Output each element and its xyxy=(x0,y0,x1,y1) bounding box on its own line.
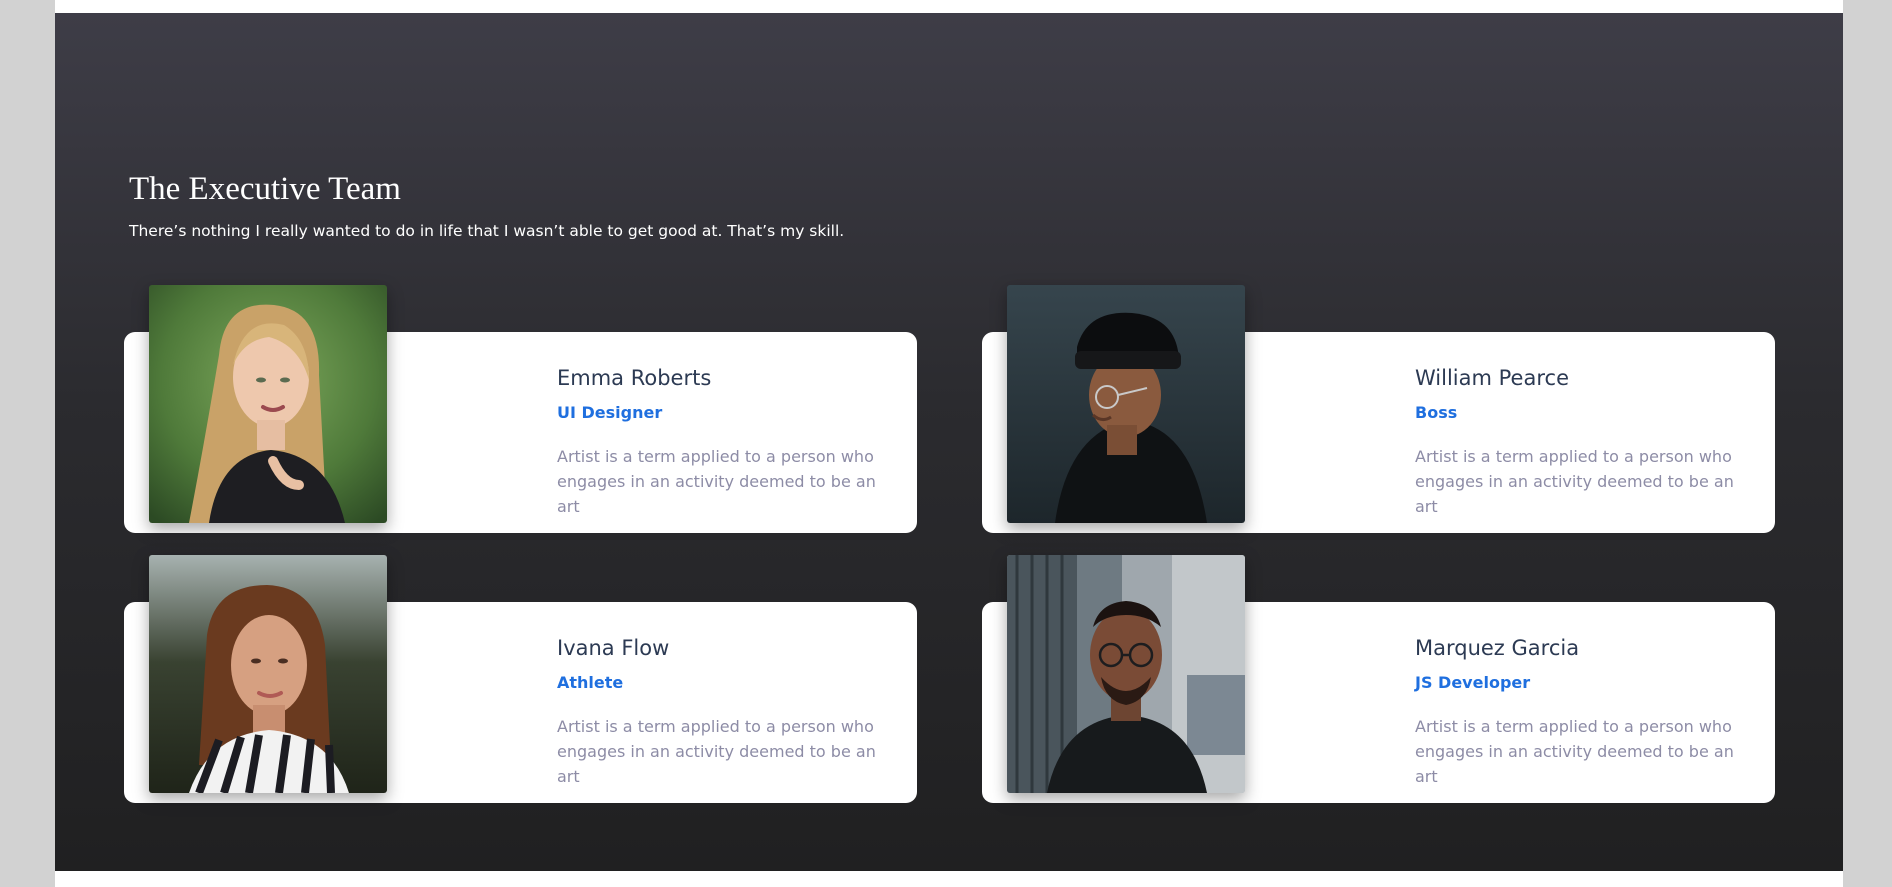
member-photo xyxy=(149,285,387,523)
member-description: Artist is a term applied to a person who… xyxy=(557,447,876,516)
member-name: Emma Roberts xyxy=(557,366,712,390)
member-info: Emma Roberts UI Designer Artist is a ter… xyxy=(557,364,897,519)
page: The Executive Team There’s nothing I rea… xyxy=(55,0,1843,887)
member-info: Ivana Flow Athlete Artist is a term appl… xyxy=(557,634,897,789)
team-member-card: Marquez Garcia JS Developer Artist is a … xyxy=(982,555,1775,803)
member-photo xyxy=(1007,285,1245,523)
member-photo xyxy=(1007,555,1245,793)
team-member-card: Emma Roberts UI Designer Artist is a ter… xyxy=(124,285,917,533)
team-member-card: Ivana Flow Athlete Artist is a term appl… xyxy=(124,555,917,803)
member-role: UI Designer xyxy=(557,403,663,422)
member-description: Artist is a term applied to a person who… xyxy=(557,717,876,786)
member-name: Marquez Garcia xyxy=(1415,636,1580,660)
member-role: Athlete xyxy=(557,673,624,692)
member-description: Artist is a term applied to a person who… xyxy=(1415,447,1734,516)
member-photo xyxy=(149,555,387,793)
member-info: William Pearce Boss Artist is a term app… xyxy=(1415,364,1755,519)
section-title: The Executive Team xyxy=(129,171,401,207)
section-subtitle: There’s nothing I really wanted to do in… xyxy=(129,222,845,240)
member-info: Marquez Garcia JS Developer Artist is a … xyxy=(1415,634,1755,789)
member-name: William Pearce xyxy=(1415,366,1569,390)
member-role: JS Developer xyxy=(1415,673,1531,692)
team-section: The Executive Team There’s nothing I rea… xyxy=(55,13,1843,871)
member-role: Boss xyxy=(1415,403,1458,422)
member-name: Ivana Flow xyxy=(557,636,670,660)
team-member-card: William Pearce Boss Artist is a term app… xyxy=(982,285,1775,533)
member-description: Artist is a term applied to a person who… xyxy=(1415,717,1734,786)
